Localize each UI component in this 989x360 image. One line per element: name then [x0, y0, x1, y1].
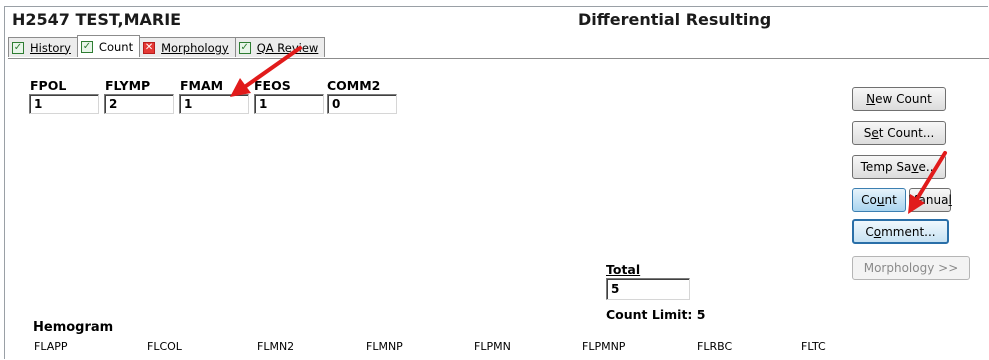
annotation-arrow-comment — [908, 151, 947, 214]
annotation-arrow-fmam — [230, 46, 302, 97]
annotation-arrows — [230, 46, 947, 214]
